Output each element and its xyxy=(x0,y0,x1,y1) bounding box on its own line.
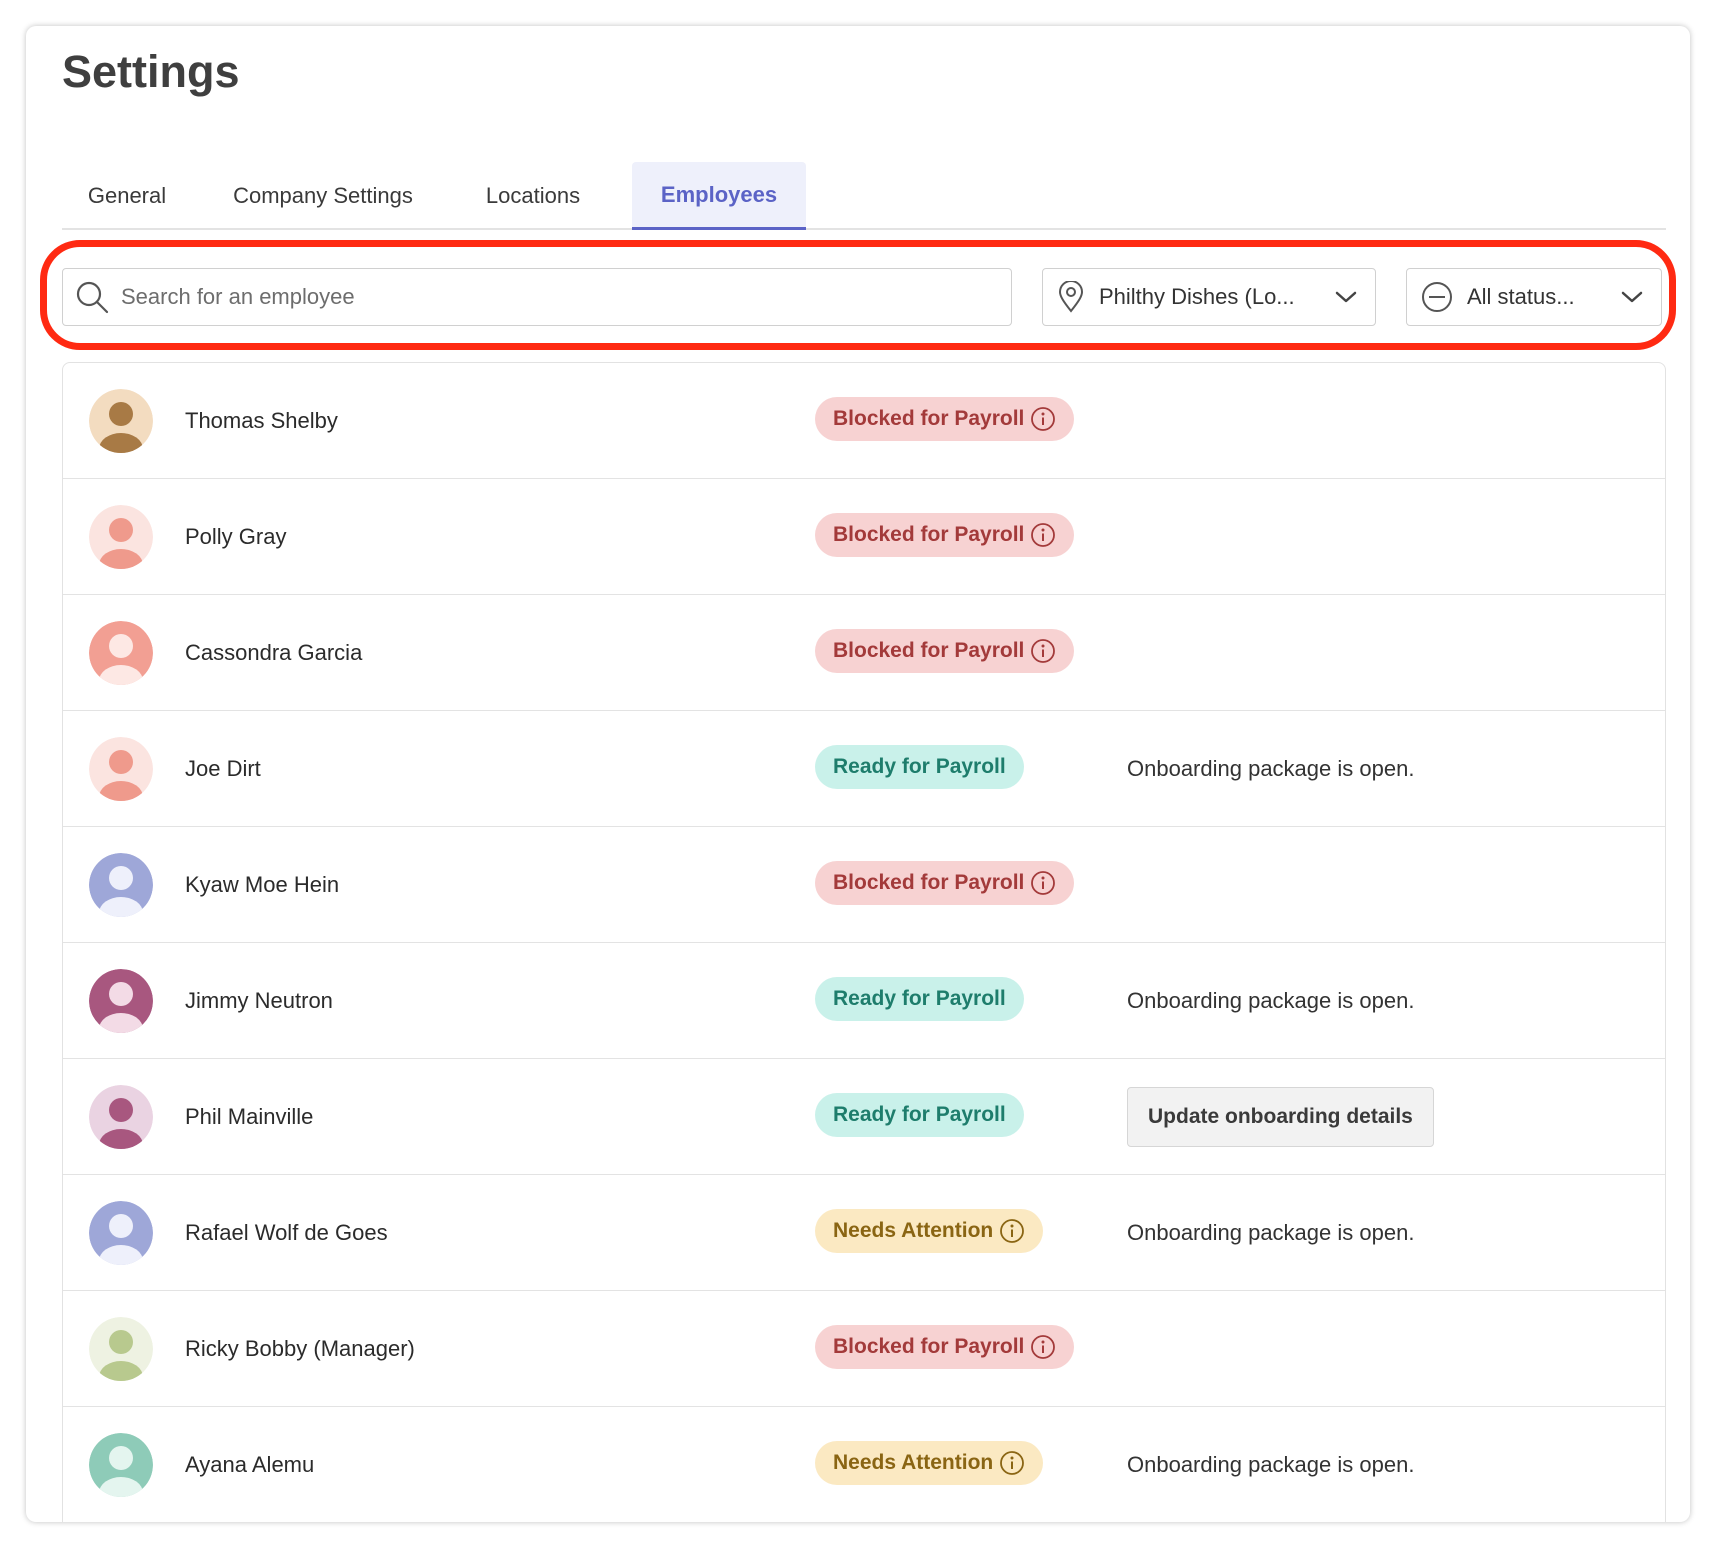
status-badge: Blocked for Payroll xyxy=(815,1325,1075,1369)
settings-card: Settings General Company Settings Locati… xyxy=(26,26,1690,1522)
status-select-value: All status... xyxy=(1467,284,1575,309)
avatar xyxy=(89,621,153,685)
info-icon[interactable] xyxy=(1030,522,1056,548)
info-icon[interactable] xyxy=(1030,870,1056,896)
avatar xyxy=(89,1201,153,1265)
status-badge: Blocked for Payroll xyxy=(815,513,1075,557)
employee-row[interactable]: Ayana Alemu Needs Attention Onboarding pac… xyxy=(63,1407,1665,1522)
avatar xyxy=(89,1085,153,1149)
employee-row[interactable]: Joe Dirt Ready for Payroll Onboarding pack… xyxy=(63,711,1665,827)
page-title: Settings xyxy=(62,46,240,97)
person-icon xyxy=(89,853,153,917)
status-badge-label: Ready for Payroll xyxy=(833,1103,1006,1126)
status-badge-label: Needs Attention xyxy=(833,1219,994,1242)
employee-name[interactable]: Thomas Shelby xyxy=(185,408,338,434)
settings-tabs: General Company Settings Locations Emplo… xyxy=(62,136,1666,230)
status-badge: Ready for Payroll xyxy=(815,745,1024,789)
minus-circle-icon xyxy=(1422,282,1452,312)
status-badge: Ready for Payroll xyxy=(815,977,1024,1021)
tab-locations[interactable]: Locations xyxy=(458,162,608,230)
avatar xyxy=(89,1317,153,1381)
employee-list: Thomas Shelby Blocked for Payroll Polly Gr… xyxy=(62,362,1666,1522)
status-badge: Needs Attention xyxy=(815,1209,1044,1253)
onboarding-note: Onboarding package is open. xyxy=(1127,756,1415,781)
status-select[interactable]: All status... xyxy=(1406,268,1662,326)
location-select[interactable]: Philthy Dishes (Lo... xyxy=(1042,268,1376,326)
employee-name[interactable]: Phil Mainville xyxy=(185,1104,313,1130)
location-select-value: Philthy Dishes (Lo... xyxy=(1099,284,1295,309)
employee-row[interactable]: Jimmy Neutron Ready for Payroll Onboarding… xyxy=(63,943,1665,1059)
employee-name[interactable]: Kyaw Moe Hein xyxy=(185,872,339,898)
employee-name[interactable]: Jimmy Neutron xyxy=(185,988,333,1014)
status-badge-label: Blocked for Payroll xyxy=(833,407,1025,430)
tab-company-settings[interactable]: Company Settings xyxy=(216,162,430,230)
avatar xyxy=(89,969,153,1033)
onboarding-note: Onboarding package is open. xyxy=(1127,1220,1415,1245)
employee-name[interactable]: Joe Dirt xyxy=(185,756,261,782)
status-badge-label: Blocked for Payroll xyxy=(833,1335,1025,1358)
status-badge-label: Ready for Payroll xyxy=(833,987,1006,1010)
person-icon xyxy=(89,737,153,801)
avatar xyxy=(89,853,153,917)
employee-row[interactable]: Thomas Shelby Blocked for Payroll xyxy=(63,363,1665,479)
tab-employees[interactable]: Employees xyxy=(632,162,806,230)
avatar xyxy=(89,737,153,801)
avatar xyxy=(89,1433,153,1497)
search-icon xyxy=(76,281,109,314)
person-icon xyxy=(89,621,153,685)
employee-row[interactable]: Ricky Bobby (Manager) Blocked for Payroll xyxy=(63,1291,1665,1407)
status-badge: Blocked for Payroll xyxy=(815,861,1075,905)
status-badge-label: Blocked for Payroll xyxy=(833,871,1025,894)
avatar xyxy=(89,389,153,453)
employee-name[interactable]: Ricky Bobby (Manager) xyxy=(185,1336,415,1362)
person-icon xyxy=(89,1317,153,1381)
info-icon[interactable] xyxy=(999,1218,1025,1244)
employee-name[interactable]: Ayana Alemu xyxy=(185,1452,314,1478)
tab-general[interactable]: General xyxy=(62,162,192,230)
search-input[interactable] xyxy=(121,284,981,310)
info-icon[interactable] xyxy=(1030,638,1056,664)
info-icon[interactable] xyxy=(1030,1334,1056,1360)
employee-name[interactable]: Rafael Wolf de Goes xyxy=(185,1220,388,1246)
employee-row[interactable]: Cassondra Garcia Blocked for Payroll xyxy=(63,595,1665,711)
person-icon xyxy=(89,1433,153,1497)
employee-name[interactable]: Cassondra Garcia xyxy=(185,640,362,666)
chevron-down-icon xyxy=(1621,291,1643,303)
status-badge-label: Blocked for Payroll xyxy=(833,523,1025,546)
status-badge: Ready for Payroll xyxy=(815,1093,1024,1137)
person-icon xyxy=(89,969,153,1033)
location-pin-icon xyxy=(1058,281,1084,313)
status-badge-label: Blocked for Payroll xyxy=(833,639,1025,662)
chevron-down-icon xyxy=(1335,291,1357,303)
employee-search[interactable] xyxy=(62,268,1012,326)
onboarding-note: Onboarding package is open. xyxy=(1127,1452,1415,1477)
employee-row[interactable]: Rafael Wolf de Goes Needs Attention Onboar… xyxy=(63,1175,1665,1291)
employee-row[interactable]: Phil Mainville Ready for Payroll Update on… xyxy=(63,1059,1665,1175)
status-badge: Needs Attention xyxy=(815,1441,1044,1485)
person-icon xyxy=(89,1201,153,1265)
employee-row[interactable]: Polly Gray Blocked for Payroll xyxy=(63,479,1665,595)
person-icon xyxy=(89,505,153,569)
onboarding-note: Onboarding package is open. xyxy=(1127,988,1415,1013)
employee-row[interactable]: Kyaw Moe Hein Blocked for Payroll xyxy=(63,827,1665,943)
person-icon xyxy=(89,389,153,453)
status-badge-label: Ready for Payroll xyxy=(833,755,1006,778)
status-badge: Blocked for Payroll xyxy=(815,397,1075,441)
info-icon[interactable] xyxy=(999,1450,1025,1476)
info-icon[interactable] xyxy=(1030,406,1056,432)
person-icon xyxy=(89,1085,153,1149)
status-badge-label: Needs Attention xyxy=(833,1451,994,1474)
update-onboarding-button[interactable]: Update onboarding details xyxy=(1127,1087,1434,1147)
status-badge: Blocked for Payroll xyxy=(815,629,1075,673)
avatar xyxy=(89,505,153,569)
employee-name[interactable]: Polly Gray xyxy=(185,524,286,550)
